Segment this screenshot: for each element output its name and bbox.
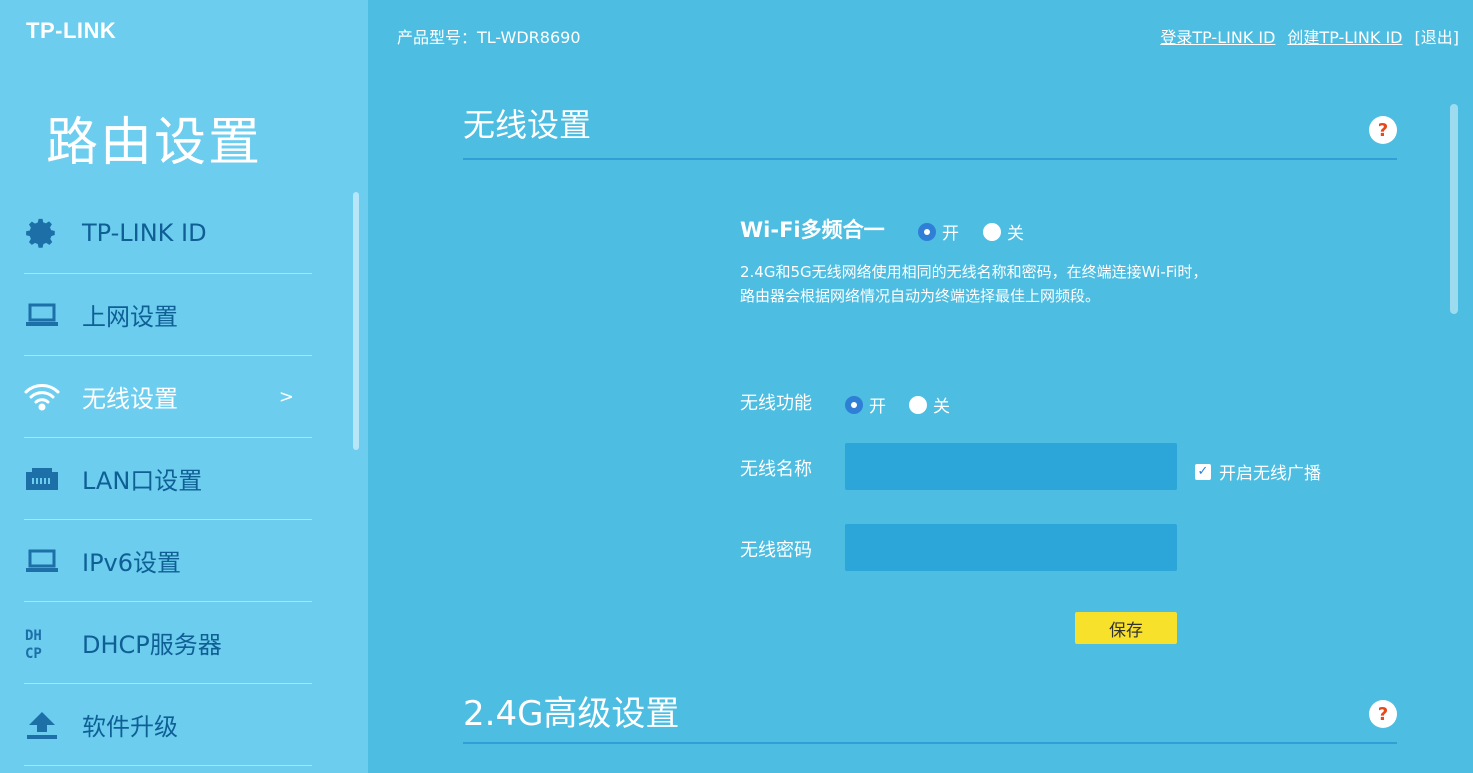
multiband-label: Wi-Fi多频合一 — [740, 218, 885, 242]
sidebar-item-tplink-id[interactable]: TP-LINK ID — [24, 192, 312, 274]
svg-text:DH: DH — [25, 628, 42, 644]
gear-icon — [24, 215, 60, 251]
password-label: 无线密码 — [740, 540, 812, 561]
product-model: 产品型号：TL-WDR8690 — [397, 28, 581, 47]
sidebar-item-label: 软件升级 — [82, 713, 178, 741]
svg-text:CP: CP — [25, 646, 42, 661]
laptop-icon — [24, 297, 60, 333]
login-tplink-id-link[interactable]: 登录TP-LINK ID — [1160, 24, 1275, 48]
password-input[interactable] — [845, 524, 1177, 571]
radio-label: 开 — [869, 397, 886, 417]
sidebar-item-internet[interactable]: 上网设置 — [24, 274, 312, 356]
sidebar-item-label: IPv6设置 — [82, 549, 182, 577]
sidebar-item-wireless[interactable]: 无线设置 > — [24, 356, 312, 438]
radio-label: 开 — [942, 224, 959, 244]
ssid-label: 无线名称 — [740, 459, 812, 480]
sidebar-nav: TP-LINK ID 上网设置 无线设置 > LAN口设置 IPv6设置 DH … — [24, 192, 312, 766]
sidebar-section-title: 路由设置 — [46, 113, 263, 173]
description-line: 2.4G和5G无线网络使用相同的无线名称和密码，在终端连接Wi-Fi时， — [740, 263, 1208, 281]
radio-selected-icon — [918, 222, 936, 241]
sidebar-item-label: LAN口设置 — [82, 467, 203, 495]
radio-label: 关 — [933, 397, 950, 417]
help-icon[interactable]: ? — [1369, 700, 1397, 728]
multiband-description: 2.4G和5G无线网络使用相同的无线名称和密码，在终端连接Wi-Fi时， 路由器… — [740, 260, 1207, 308]
tp-link-logo: TP-LINK — [26, 18, 117, 43]
sidebar-scrollbar[interactable] — [353, 192, 359, 450]
radio-selected-icon — [845, 395, 863, 414]
advanced-24g-title: 2.4G高级设置 — [463, 694, 680, 734]
create-tplink-id-link[interactable]: 创建TP-LINK ID — [1287, 24, 1402, 48]
wireless-on-radio[interactable]: 开 — [845, 392, 886, 417]
chevron-right-icon: > — [278, 386, 294, 407]
account-links: 登录TP-LINK ID 创建TP-LINK ID [退出] — [1160, 24, 1459, 48]
sidebar-item-label: 上网设置 — [82, 303, 178, 331]
radio-unselected-icon — [909, 395, 927, 414]
sidebar-item-dhcp[interactable]: DH CP DHCP服务器 — [24, 602, 312, 684]
sidebar-item-label: TP-LINK ID — [82, 218, 207, 247]
sidebar-item-ipv6[interactable]: IPv6设置 — [24, 520, 312, 602]
multiband-on-radio[interactable]: 开 — [918, 219, 959, 244]
sidebar: TP-LINK 路由设置 TP-LINK ID 上网设置 无线设置 > LAN口… — [0, 0, 368, 773]
wireless-function-label: 无线功能 — [740, 393, 812, 414]
help-icon[interactable]: ? — [1369, 116, 1397, 144]
dhcp-icon: DH CP — [24, 625, 60, 661]
sidebar-item-label: 无线设置 — [82, 385, 178, 413]
upload-icon — [24, 707, 60, 743]
description-line: 路由器会根据网络情况自动为终端选择最佳上网频段。 — [740, 287, 1101, 305]
broadcast-checkbox[interactable]: ✓ 开启无线广播 — [1195, 459, 1321, 484]
radio-unselected-icon — [983, 222, 1001, 241]
radio-label: 关 — [1007, 224, 1024, 244]
advanced-24g-section-header: 2.4G高级设置 ? — [463, 686, 1397, 744]
logout-link[interactable]: [退出] — [1415, 24, 1460, 48]
wireless-section-header: 无线设置 ? — [463, 100, 1397, 160]
wireless-off-radio[interactable]: 关 — [909, 392, 950, 417]
save-button[interactable]: 保存 — [1075, 612, 1177, 644]
multiband-off-radio[interactable]: 关 — [983, 219, 1024, 244]
sidebar-item-upgrade[interactable]: 软件升级 — [24, 684, 312, 766]
wifi-icon — [24, 379, 60, 415]
lan-port-icon — [24, 461, 60, 497]
sidebar-item-lan[interactable]: LAN口设置 — [24, 438, 312, 520]
sidebar-item-label: DHCP服务器 — [82, 631, 222, 659]
wireless-section-title: 无线设置 — [463, 106, 592, 144]
checkmark-icon: ✓ — [1195, 463, 1211, 480]
ssid-input[interactable] — [845, 443, 1177, 490]
main-scrollbar[interactable] — [1450, 104, 1458, 314]
laptop-icon — [24, 543, 60, 579]
broadcast-label: 开启无线广播 — [1219, 464, 1321, 484]
